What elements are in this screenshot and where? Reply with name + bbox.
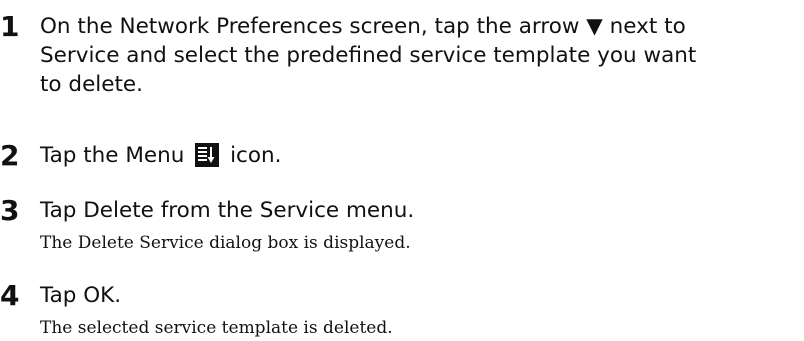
step-3: 3 Tap Delete from the Service menu. The … (0, 196, 414, 255)
step-1: 1 On the Network Preferences screen, tap… (0, 12, 696, 99)
step-number: 2 (0, 139, 20, 172)
step-text-after-icon: icon. (230, 143, 282, 168)
step-2: 2 Tap the Menu icon. (0, 141, 282, 175)
step-number: 4 (0, 279, 20, 312)
step-note: The Delete Service dialog box is display… (40, 233, 411, 253)
step-text-line: On the Network Preferences screen, tap t… (40, 14, 686, 39)
step-text-line: to delete. (40, 72, 143, 97)
step-text-before-icon: Tap the Menu (40, 143, 185, 168)
menu-icon (195, 143, 220, 175)
step-number: 3 (0, 194, 20, 227)
step-note: The selected service template is deleted… (40, 318, 393, 338)
step-number: 1 (0, 10, 20, 43)
step-4: 4 Tap OK. The selected service template … (0, 281, 393, 340)
step-text: Tap the Menu icon. (40, 141, 282, 175)
step-text-line: Service and select the predefined servic… (40, 43, 697, 68)
step-text: Tap OK. (40, 283, 122, 308)
step-text: Tap Delete from the Service menu. (40, 198, 415, 223)
